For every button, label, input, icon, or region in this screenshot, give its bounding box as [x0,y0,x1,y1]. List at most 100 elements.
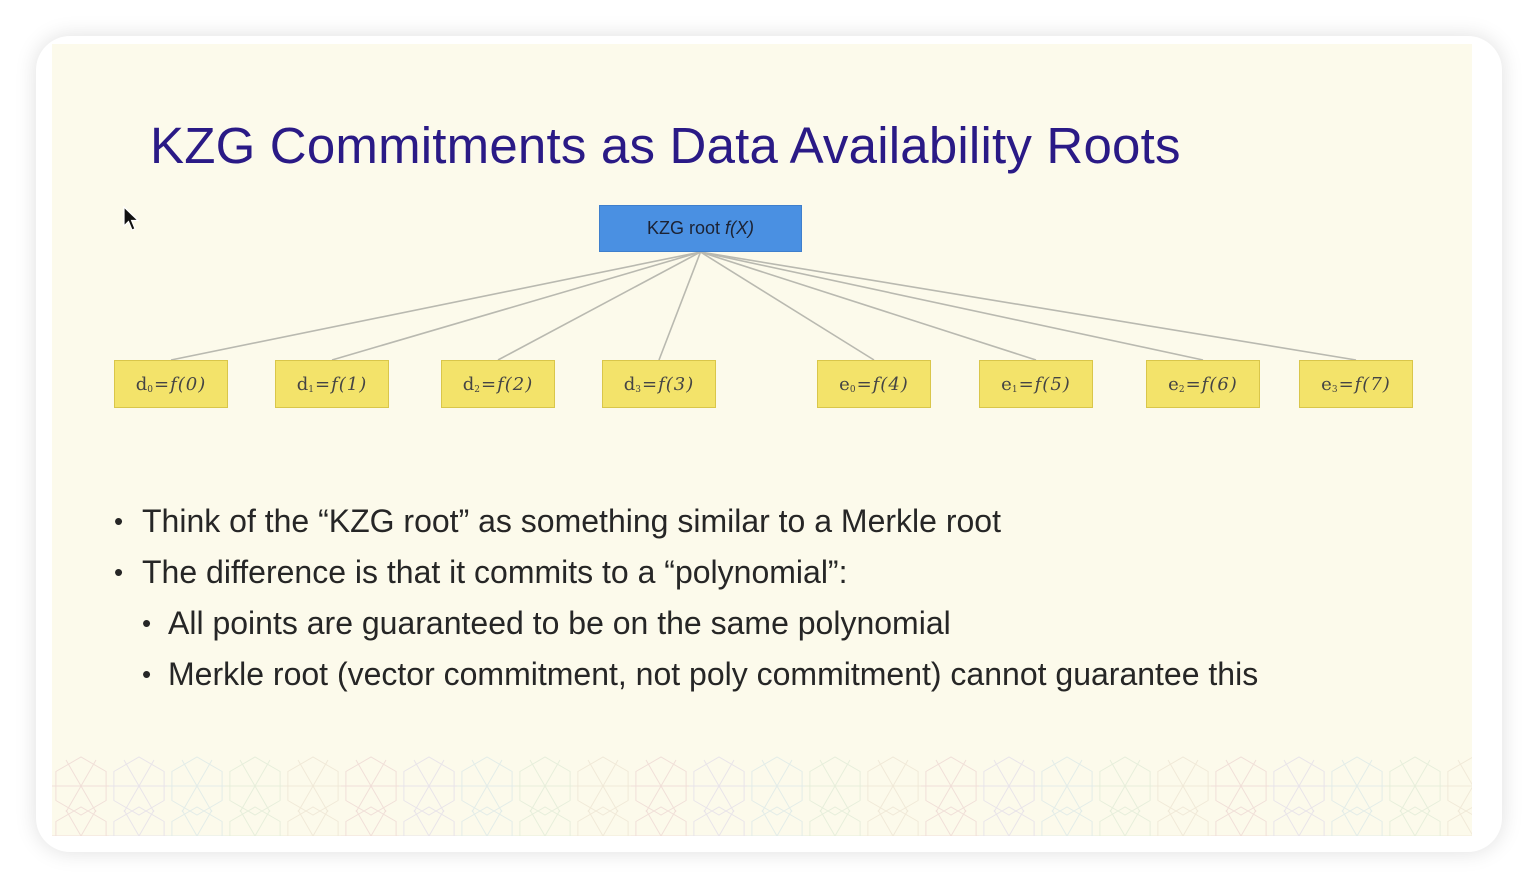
tree-edges [170,251,1357,361]
pattern-star-icon [1327,806,1387,836]
pattern-star-icon [747,806,807,836]
leaf-subscript: 3 [1331,385,1338,395]
leaf-node-d1: d 1 =f(1) [275,360,389,408]
pattern-star-icon [1095,806,1155,836]
bullet-item: • The difference is that it commits to a … [114,547,1258,598]
leaf-subscript: 1 [1011,385,1018,395]
tree-edge-5 [700,251,1037,361]
pattern-star-icon [515,756,575,816]
leaf-node-d2: d 2 =f(2) [441,360,555,408]
leaf-function: =f(6) [1185,373,1238,395]
pattern-star-icon [515,806,575,836]
leaf-function: =f(2) [481,373,534,395]
pattern-star-icon [631,806,691,836]
pattern-star-icon [921,756,981,816]
pattern-star-icon [805,756,865,816]
leaf-function: =f(7) [1338,373,1391,395]
leaf-function: =f(4) [856,373,909,395]
tree-edge-1 [331,251,701,361]
bullet-dot-icon: • [142,659,152,689]
pattern-star-icon [109,756,169,816]
pattern-star-icon [283,806,343,836]
pattern-star-icon [1153,756,1213,816]
kzg-root-label: KZG root [646,218,721,238]
leaf-var: e [1168,373,1179,395]
pattern-star-icon [167,806,227,836]
pattern-star-icon [52,756,111,816]
tree-edge-3 [658,251,702,361]
pattern-star-icon [399,806,459,836]
pattern-star-icon [1211,756,1271,816]
tree-edge-7 [700,251,1357,361]
pattern-star-icon [225,756,285,816]
leaf-subscript: 0 [147,385,153,395]
pattern-star-icon [747,756,807,816]
tree-edge-4 [700,251,875,361]
leaf-function: =f(0) [154,373,207,395]
pattern-star-icon [1385,806,1445,836]
leaf-node-e0: e 0 =f(4) [817,360,931,408]
kzg-root-function: f(X) [725,218,755,238]
sub-bullet-item: • All points are guaranteed to be on the … [114,598,1258,649]
pattern-star-icon [1269,756,1329,816]
pattern-star-icon [863,756,923,816]
pattern-star-icon [805,806,865,836]
pattern-star-icon [341,756,401,816]
tree-edge-2 [497,251,701,361]
leaf-var: d [296,373,309,395]
pattern-star-icon [689,756,749,816]
bullet-text: The difference is that it commits to a “… [142,554,848,590]
pattern-star-icon [573,756,633,816]
leaf-subscript: 3 [635,385,641,395]
bullet-text: All points are guaranteed to be on the s… [168,605,951,641]
leaf-function: =f(5) [1018,373,1071,395]
pattern-star-icon [863,806,923,836]
leaf-var: e [839,373,850,395]
leaf-node-e3: e 3 =f(7) [1299,360,1413,408]
bullet-dot-icon: • [114,506,124,536]
leaf-var: e [1001,373,1012,395]
pattern-star-icon [1037,756,1097,816]
leaf-subscript: 1 [308,385,314,395]
pattern-star-icon [1037,806,1097,836]
tree-edge-0 [170,251,701,361]
pattern-star-icon [167,756,227,816]
leaf-var: d [135,373,148,395]
pattern-star-icon [341,806,401,836]
pattern-star-icon [1385,756,1445,816]
leaf-node-e1: e 1 =f(5) [979,360,1093,408]
pattern-star-icon [573,806,633,836]
video-frame: KZG Commitments as Data Availability Roo… [36,36,1502,852]
pattern-star-icon [457,806,517,836]
leaf-var: d [623,373,636,395]
pattern-star-icon [689,806,749,836]
pattern-star-icon [52,806,111,836]
leaf-subscript: 2 [1178,385,1185,395]
pattern-star-icon [1153,806,1213,836]
pattern-star-icon [225,806,285,836]
leaf-var: d [462,373,475,395]
pattern-star-icon [1443,757,1472,815]
bullet-list: • Think of the “KZG root” as something si… [114,496,1258,700]
tree-edge-6 [700,251,1204,361]
sub-bullet-item: • Merkle root (vector commitment, not pol… [114,649,1258,700]
leaf-node-d3: d 3 =f(3) [602,360,716,408]
pattern-star-icon [631,756,691,816]
pattern-star-icon [283,756,343,816]
bullet-text: Think of the “KZG root” as something sim… [142,503,1001,539]
pattern-star-icon [1269,806,1329,836]
leaf-node-e2: e 2 =f(6) [1146,360,1260,408]
pattern-star-icon [979,806,1039,836]
bullet-text: Merkle root (vector commitment, not poly… [168,656,1259,692]
pattern-star-icon [457,756,517,816]
leaf-subscript: 2 [474,385,480,395]
pattern-star-icon [921,806,981,836]
leaf-function: =f(1) [315,373,368,395]
pattern-star-icon [1095,756,1155,816]
pattern-star-icon [109,806,169,836]
leaf-node-d0: d 0 =f(0) [114,360,228,408]
slide: KZG Commitments as Data Availability Roo… [52,44,1472,836]
leaf-subscript: 0 [849,385,856,395]
pattern-star-icon [399,756,459,816]
pattern-star-icon [1327,756,1387,816]
